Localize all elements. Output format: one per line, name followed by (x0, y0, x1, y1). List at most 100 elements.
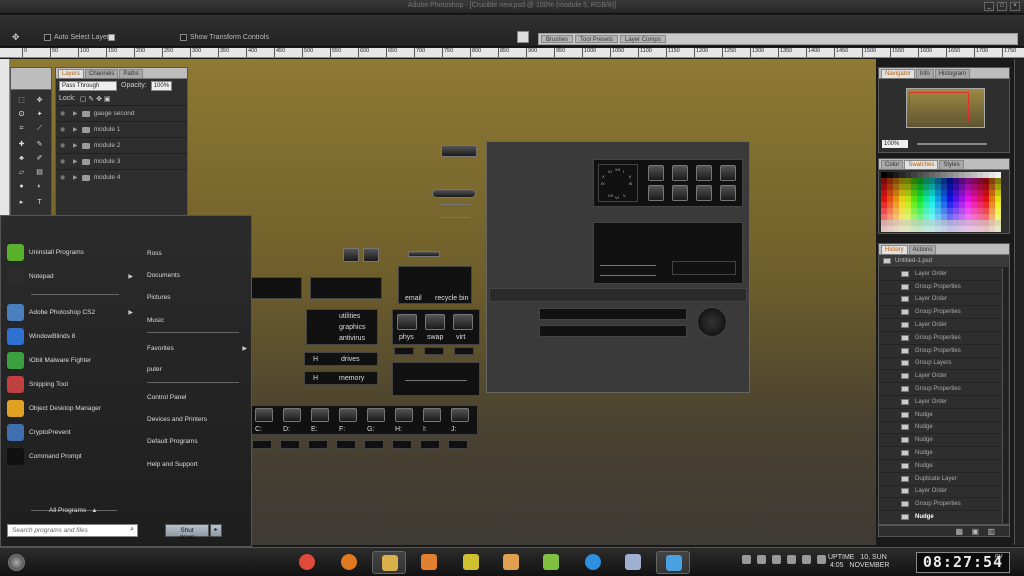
brush-tool-icon[interactable]: ✎ (35, 140, 44, 149)
start-menu-item[interactable]: WindowBlinds 8 (7, 328, 135, 345)
magic-wand-tool-icon[interactable]: ✦ (35, 110, 44, 119)
taskbar-app-bug-app[interactable] (494, 551, 528, 574)
tab-styles[interactable]: Styles (939, 160, 964, 169)
eye-icon[interactable]: ◉ (60, 159, 69, 165)
auto-select-checkbox[interactable] (44, 34, 51, 41)
show-transform-option[interactable]: Show Transform Controls (180, 34, 269, 41)
layer-row[interactable]: ◉ ▶ module 1 (56, 121, 187, 137)
auto-select-dropdown[interactable] (108, 34, 115, 41)
taskbar-app-document-app[interactable] (616, 551, 650, 574)
expand-arrow-icon[interactable]: ▶ (73, 126, 78, 133)
tab-color[interactable]: Color (881, 160, 904, 169)
taskbar-app-firefox[interactable] (332, 551, 366, 574)
history-state[interactable]: Layer Order (879, 394, 1009, 408)
canvas-vertical-scrollbar[interactable] (1014, 59, 1024, 545)
move-tool-icon[interactable]: ✥ (35, 96, 44, 105)
stamp-tool-icon[interactable]: ♣ (17, 154, 26, 163)
swatch[interactable] (995, 226, 1001, 232)
history-state[interactable]: Layer Order (879, 292, 1009, 306)
type-tool-icon[interactable]: T (35, 198, 44, 207)
auto-select-option[interactable]: Auto Select Layer (44, 34, 109, 41)
start-menu-place[interactable]: puter (147, 366, 247, 373)
start-menu-place[interactable]: Devices and Printers (147, 416, 247, 423)
lasso-tool-icon[interactable]: ʘ (17, 110, 26, 119)
new-document-icon[interactable]: ▦ (955, 527, 963, 536)
expand-arrow-icon[interactable]: ▶ (73, 142, 78, 149)
taskbar-app-chrome[interactable] (290, 551, 324, 574)
delete-state-icon[interactable]: ▥ (987, 527, 995, 536)
start-menu-place[interactable]: Music (147, 317, 247, 324)
slice-tool-icon[interactable]: ⟋ (35, 124, 44, 133)
gradient-tool-icon[interactable]: ▤ (35, 168, 44, 177)
history-state[interactable]: Group Properties (879, 382, 1009, 395)
start-menu-item[interactable]: IObit Malware Fighter (7, 352, 135, 369)
search-programs-input[interactable]: Search programs and files ⌕ (7, 524, 138, 537)
expand-arrow-icon[interactable]: ▶ (73, 110, 78, 117)
history-state[interactable]: Layer Order (879, 318, 1009, 331)
lock-icons[interactable]: ▢ ✎ ✥ ▣ (80, 95, 111, 103)
crop-tool-icon[interactable]: ⌗ (17, 124, 26, 133)
layer-row[interactable]: ◉ ▶ module 3 (56, 153, 187, 169)
maximize-button[interactable]: □ (997, 2, 1007, 11)
start-menu-place[interactable]: Favorites (147, 345, 247, 352)
layer-row[interactable]: ◉ ▶ module 2 (56, 137, 187, 153)
taskbar-app-media-player[interactable] (412, 551, 446, 574)
taskbar-app-photoshop[interactable] (656, 551, 690, 574)
palette-well-icon[interactable] (517, 31, 529, 43)
history-state[interactable]: Group Properties (879, 305, 1009, 318)
history-state[interactable]: Layer Order (879, 369, 1009, 382)
history-state[interactable]: Layer Order (879, 484, 1009, 498)
history-state[interactable]: Nudge (879, 458, 1009, 472)
start-menu-item[interactable]: Adobe Photoshop CS2 ▶ (7, 304, 135, 321)
tray-volume-icon[interactable] (787, 555, 796, 564)
tab-layer-comps[interactable]: Layer Comps (620, 35, 666, 43)
start-menu-place[interactable]: Documents (147, 272, 247, 279)
shut-down-options-button[interactable]: ▸ (210, 524, 222, 537)
history-state[interactable]: Nudge (879, 420, 1009, 434)
layer-row[interactable]: ◉ ▶ gauge second (56, 105, 187, 121)
opacity-input[interactable]: 100% (150, 80, 173, 91)
history-state[interactable]: Group Properties (879, 497, 1009, 510)
minimize-button[interactable]: _ (984, 2, 994, 11)
taskbar-app-xmind[interactable] (454, 551, 488, 574)
path-tool-icon[interactable]: ▸ (17, 198, 26, 207)
taskbar-app-ccleaner[interactable] (576, 551, 610, 574)
start-menu-item[interactable]: Uninstall Programs (7, 244, 135, 261)
navigator-zoom-slider[interactable] (917, 143, 987, 145)
history-scrollbar[interactable] (1002, 268, 1008, 523)
history-state[interactable]: Group Properties (879, 343, 1009, 357)
layer-row[interactable]: ◉ ▶ module 4 (56, 169, 187, 185)
all-programs-button[interactable]: All Programs ▲ (49, 507, 129, 514)
start-button[interactable] (8, 554, 25, 571)
new-snapshot-icon[interactable]: ▣ (971, 527, 979, 536)
tab-swatches[interactable]: Swatches (904, 160, 939, 169)
tray-network-icon[interactable] (802, 555, 811, 564)
navigator-zoom-input[interactable]: 100% (882, 140, 908, 148)
healing-tool-icon[interactable]: ✚ (17, 140, 26, 149)
blur-tool-icon[interactable]: ● (17, 182, 26, 191)
expand-arrow-icon[interactable]: ▶ (73, 158, 78, 165)
eraser-tool-icon[interactable]: ▱ (17, 168, 26, 177)
navigator-preview[interactable] (906, 88, 985, 128)
tab-tool-presets[interactable]: Tool Presets (575, 35, 619, 43)
taskbar-app-notepad-plus[interactable] (534, 551, 568, 574)
horizontal-ruler[interactable]: 0 50 100 150 200 250 300 350 400 450 500 550 600 650 7… (0, 48, 1024, 58)
tab-brushes[interactable]: Brushes (541, 35, 574, 43)
close-button[interactable]: × (1010, 2, 1020, 11)
history-state[interactable]: Nudge (879, 433, 1009, 446)
tab-histogram[interactable]: Histogram (934, 69, 971, 78)
history-state[interactable]: Layer Order (879, 267, 1009, 280)
history-state[interactable]: Group Layers (879, 356, 1009, 370)
start-menu-place[interactable]: Pictures (147, 294, 247, 301)
expand-arrow-icon[interactable]: ▶ (73, 174, 78, 181)
eye-icon[interactable]: ◉ (60, 175, 69, 181)
start-menu-place[interactable]: Help and Support (147, 461, 247, 468)
eye-icon[interactable]: ◉ (60, 143, 69, 149)
history-state[interactable]: Group Properties (879, 279, 1009, 293)
swatch-grid[interactable] (881, 172, 1003, 232)
tab-info[interactable]: Info (915, 69, 934, 78)
show-transform-checkbox[interactable] (180, 34, 187, 41)
move-tool-icon[interactable]: ✥ (12, 32, 24, 43)
start-menu-place[interactable]: Control Panel (147, 394, 247, 401)
start-menu-item[interactable]: Snipping Tool (7, 376, 135, 393)
